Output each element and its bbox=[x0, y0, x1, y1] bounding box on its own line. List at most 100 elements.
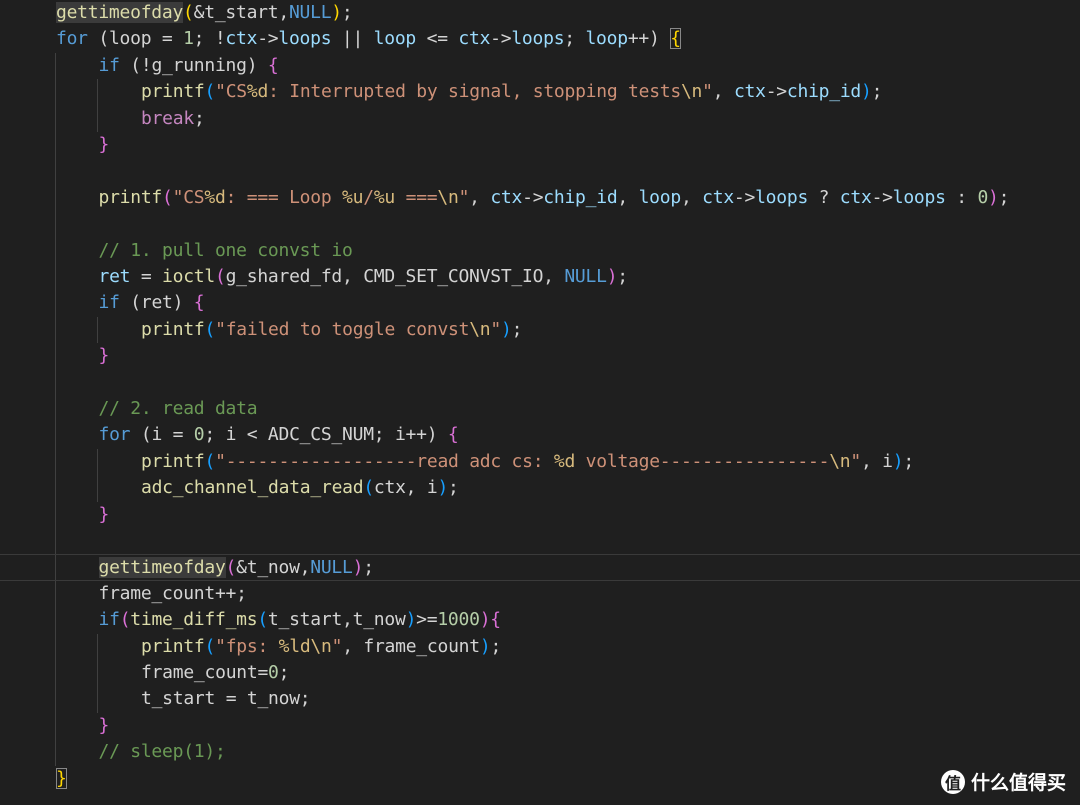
code-token: , bbox=[469, 186, 491, 208]
watermark-logo-icon: 值 bbox=[940, 769, 965, 794]
code-token: loops bbox=[755, 186, 809, 208]
code-token: ( bbox=[204, 450, 216, 472]
code-line[interactable]: printf("------------------read adc cs: %… bbox=[0, 449, 1080, 475]
code-token: ) bbox=[861, 81, 872, 103]
code-token: 0 bbox=[977, 186, 989, 208]
code-token: ctx bbox=[733, 81, 766, 103]
code-line[interactable] bbox=[0, 370, 1080, 396]
code-token: %u bbox=[373, 186, 396, 208]
code-line-content: printf("CS%d: Interrupted by signal, sto… bbox=[141, 79, 882, 105]
code-line[interactable]: t_start = t_now; bbox=[0, 686, 1080, 712]
code-token: \n bbox=[829, 450, 851, 472]
code-token: loop bbox=[373, 28, 417, 50]
code-line[interactable]: } bbox=[0, 713, 1080, 739]
code-line[interactable]: } bbox=[0, 343, 1080, 369]
code-line[interactable]: for (loop = 1; !ctx->loops || loop <= ct… bbox=[0, 26, 1080, 52]
code-line-content: gettimeofday(&t_start,NULL); bbox=[56, 0, 353, 26]
code-token: " bbox=[331, 635, 343, 657]
code-token: ; bbox=[564, 28, 586, 50]
code-token: ( bbox=[162, 186, 173, 208]
code-token: ) bbox=[352, 557, 364, 579]
code-token: ; bbox=[363, 557, 374, 579]
code-line[interactable]: if (!g_running) { bbox=[0, 53, 1080, 79]
code-token: printf bbox=[141, 635, 205, 657]
code-line[interactable]: printf("CS%d: === Loop %u/%u ===\n", ctx… bbox=[0, 185, 1080, 211]
code-line-content: ret = ioctl(g_shared_fd, CMD_SET_CONVST_… bbox=[98, 264, 629, 290]
code-token: ( bbox=[183, 2, 194, 23]
code-line[interactable]: adc_channel_data_read(ctx, i); bbox=[0, 475, 1080, 501]
code-line[interactable] bbox=[0, 211, 1080, 237]
code-line[interactable]: ret = ioctl(g_shared_fd, CMD_SET_CONVST_… bbox=[0, 264, 1080, 290]
code-token: 1 bbox=[183, 28, 194, 50]
code-line[interactable]: frame_count++; bbox=[0, 581, 1080, 607]
code-line-content: for (loop = 1; !ctx->loops || loop <= ct… bbox=[56, 26, 681, 52]
code-line[interactable]: if (ret) { bbox=[0, 290, 1080, 316]
code-line[interactable] bbox=[0, 158, 1080, 184]
code-token: for bbox=[56, 28, 88, 50]
code-line[interactable]: } bbox=[0, 766, 1080, 792]
code-editor[interactable]: gettimeofday(&t_start,NULL); for (loop = … bbox=[0, 0, 1080, 805]
code-token: loop bbox=[585, 28, 628, 50]
code-line-content: printf("fps: %ld\n", frame_count); bbox=[141, 634, 501, 660]
code-line-content: if (ret) { bbox=[99, 290, 205, 316]
code-token: { bbox=[447, 424, 459, 446]
code-token: 0 bbox=[268, 662, 279, 683]
code-line-content: printf("CS%d: === Loop %u/%u ===\n", ctx… bbox=[99, 185, 1010, 211]
code-token: (i = bbox=[130, 424, 194, 446]
code-line[interactable]: printf("CS%d: Interrupted by signal, sto… bbox=[0, 79, 1080, 105]
code-token: printf bbox=[141, 450, 205, 472]
code-token: ; bbox=[511, 318, 523, 340]
code-token: printf bbox=[141, 81, 205, 103]
code-token: g_shared_fd, CMD_SET_CONVST_IO, bbox=[225, 266, 565, 287]
code-token: ( bbox=[214, 266, 226, 287]
code-token: } bbox=[98, 345, 110, 367]
code-line[interactable]: // 2. read data bbox=[0, 396, 1080, 422]
code-line[interactable]: gettimeofday(&t_start,NULL); bbox=[0, 0, 1080, 26]
code-line-content: t_start = t_now; bbox=[141, 686, 311, 712]
code-token: } bbox=[56, 767, 67, 789]
code-token: ioctl bbox=[162, 266, 215, 287]
code-token: ( bbox=[363, 477, 374, 499]
code-token: ctx bbox=[225, 28, 258, 50]
code-line[interactable]: gettimeofday(&t_now,NULL); bbox=[0, 554, 1080, 581]
code-line-content: printf("failed to toggle convst\n"); bbox=[141, 317, 522, 343]
code-line[interactable]: } bbox=[0, 502, 1080, 528]
code-token: ; bbox=[278, 662, 290, 683]
code-token: { bbox=[670, 28, 681, 50]
code-token: if bbox=[98, 54, 120, 76]
watermark-text: 什么值得买 bbox=[970, 772, 1066, 794]
code-token: -> bbox=[765, 81, 787, 103]
code-line[interactable] bbox=[0, 528, 1080, 554]
code-line[interactable]: // 1. pull one convst io bbox=[0, 238, 1080, 264]
code-token: ( bbox=[204, 635, 216, 657]
code-line[interactable]: printf("failed to toggle convst\n"); bbox=[0, 317, 1080, 343]
code-line-content: gettimeofday(&t_now,NULL); bbox=[98, 555, 374, 581]
code-token: \n bbox=[469, 318, 491, 340]
code-token: ; i < ADC_CS_NUM; i++) bbox=[204, 424, 448, 446]
code-line[interactable]: printf("fps: %ld\n", frame_count); bbox=[0, 634, 1080, 660]
code-token: NULL bbox=[288, 2, 332, 23]
code-token: "------------------read adc cs: bbox=[215, 450, 554, 472]
code-token: ctx bbox=[458, 28, 491, 50]
code-line[interactable]: frame_count=0; bbox=[0, 660, 1080, 686]
code-token: gettimeofday bbox=[56, 2, 184, 23]
code-token: || bbox=[331, 28, 374, 50]
code-token: ctx bbox=[702, 186, 734, 208]
code-token: ; bbox=[490, 635, 502, 657]
code-token: ) bbox=[437, 477, 449, 499]
code-token: ret bbox=[98, 266, 131, 287]
code-token: ) bbox=[331, 2, 342, 23]
code-token: ) bbox=[479, 635, 491, 657]
code-line[interactable]: if(time_diff_ms(t_start,t_now)>=1000){ bbox=[0, 607, 1080, 633]
code-line[interactable]: for (i = 0; i < ADC_CS_NUM; i++) { bbox=[0, 422, 1080, 448]
code-line[interactable]: } bbox=[0, 132, 1080, 158]
code-line[interactable]: break; bbox=[0, 106, 1080, 132]
code-token: voltage---------------- bbox=[575, 450, 830, 472]
code-token: 0 bbox=[193, 424, 205, 446]
code-token: %d bbox=[553, 450, 576, 472]
code-line[interactable]: // sleep(1); bbox=[0, 739, 1080, 765]
code-token: gettimeofday bbox=[98, 557, 226, 579]
code-token: NULL bbox=[564, 266, 607, 287]
code-token: ( bbox=[257, 609, 268, 631]
code-token: // sleep(1); bbox=[98, 741, 226, 763]
